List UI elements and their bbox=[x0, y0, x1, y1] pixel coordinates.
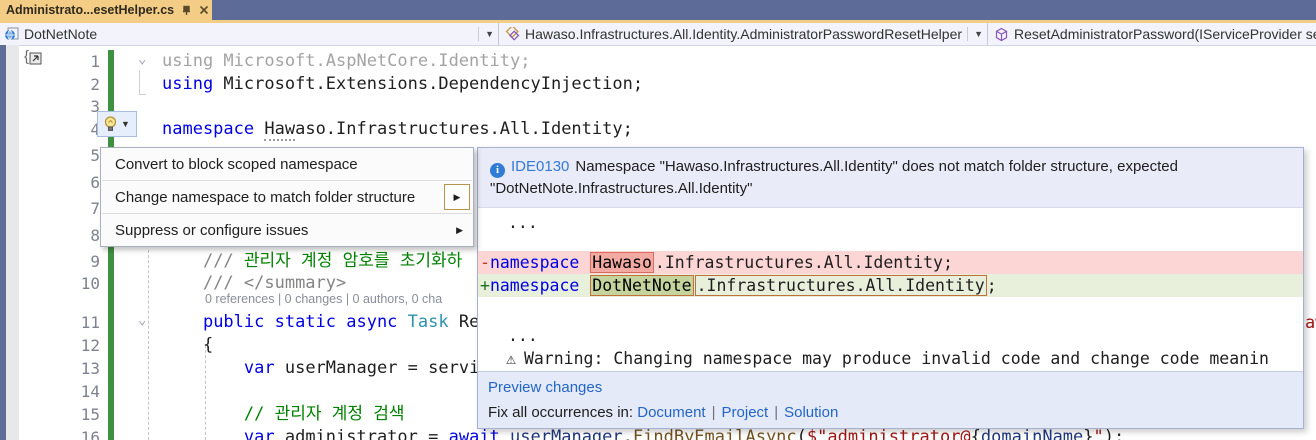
project-dropdown[interactable]: DotNetNote ▼ bbox=[0, 23, 499, 45]
code-line-1[interactable]: 1 ⌄ using Microsoft.AspNetCore.Identity; bbox=[0, 50, 1316, 73]
diff-added-highlight: DotNetNote bbox=[590, 275, 693, 296]
line-number: 14 bbox=[58, 380, 100, 403]
diff-ellipsis: ... bbox=[508, 211, 1303, 234]
collapse-chevron-icon[interactable]: ⌄ bbox=[138, 48, 146, 71]
diff-added-frame: .Infrastructures.All.Identity bbox=[695, 275, 987, 296]
diff-removed-prefix: - bbox=[480, 253, 490, 272]
line-number: 6 bbox=[58, 171, 100, 194]
diff-added-prefix: + bbox=[480, 276, 490, 295]
diagnostic-code[interactable]: IDE0130 bbox=[511, 158, 569, 175]
chevron-down-icon: ▼ bbox=[478, 27, 494, 41]
project-icon bbox=[4, 27, 19, 41]
code-line-3[interactable]: 3 bbox=[0, 95, 1316, 118]
code-line-4[interactable]: 4 namespace Hawaso.Infrastructures.All.Id… bbox=[0, 118, 1316, 141]
submenu-arrow-icon[interactable]: ▶ bbox=[444, 184, 470, 210]
diagnostic-message: Namespace "Hawaso.Infrastructures.All.Id… bbox=[490, 158, 1178, 197]
line-number: 3 bbox=[58, 95, 100, 118]
preview-changes-link[interactable]: Preview changes bbox=[488, 379, 1293, 396]
clipped-code-fragment: aw bbox=[1305, 313, 1316, 333]
chevron-down-icon: ▼ bbox=[967, 27, 983, 41]
line-number: 2 bbox=[58, 73, 100, 96]
type-dropdown[interactable]: Hawaso.Infrastructures.All.Identity.Admi… bbox=[499, 23, 988, 45]
diff-removed-highlight: Hawaso bbox=[590, 252, 654, 273]
menu-item-label: Change namespace to match folder structu… bbox=[115, 189, 415, 206]
fix-scope-document[interactable]: Document bbox=[637, 404, 705, 421]
line-number: 5 bbox=[58, 144, 100, 167]
type-name: Hawaso.Infrastructures.All.Identity.Admi… bbox=[525, 26, 962, 42]
project-name: DotNetNote bbox=[24, 26, 97, 42]
code-text: { bbox=[162, 334, 213, 357]
code-text: namespace Hawaso.Infrastructures.All.Ide… bbox=[162, 118, 633, 141]
document-tab[interactable]: Administrato...esetHelper.cs bbox=[0, 0, 212, 20]
diagnostic-header: i IDE0130Namespace "Hawaso.Infrastructure… bbox=[478, 148, 1303, 208]
line-number: 1 bbox=[58, 50, 100, 73]
line-number: 7 bbox=[58, 197, 100, 220]
code-text: /// 관리자 계정 암호를 초기화하 bbox=[162, 250, 462, 273]
submenu-arrow-icon: ▶ bbox=[456, 225, 463, 236]
code-text: using Microsoft.Extensions.DependencyInj… bbox=[162, 73, 643, 96]
navigation-bar: DotNetNote ▼ Hawaso.Infrastructures.All.… bbox=[0, 23, 1316, 46]
fix-all-label: Fix all occurrences in: bbox=[488, 404, 633, 421]
line-number: 15 bbox=[58, 403, 100, 426]
line-number: 12 bbox=[58, 334, 100, 357]
pin-icon[interactable] bbox=[181, 5, 192, 16]
class-icon bbox=[505, 27, 520, 42]
quick-actions-lightbulb[interactable]: ▼ bbox=[97, 111, 137, 137]
diff-ellipsis: ... bbox=[508, 324, 1303, 347]
line-number: 4 bbox=[58, 118, 100, 141]
codelens-indicator[interactable]: 0 references | 0 changes | 0 authors, 0 … bbox=[205, 292, 442, 306]
warning-text: Warning: Changing namespace may produce … bbox=[524, 349, 1269, 368]
code-text: public static async Task Re bbox=[162, 311, 479, 334]
line-number: 11 bbox=[58, 311, 100, 334]
method-icon bbox=[994, 27, 1009, 42]
fix-all-line: Fix all occurrences in: Document|Project… bbox=[488, 404, 1293, 421]
menu-item-label: Convert to block scoped namespace bbox=[115, 156, 358, 173]
lightbulb-icon bbox=[104, 116, 117, 132]
quick-actions-menu: Convert to block scoped namespace Change… bbox=[100, 147, 474, 247]
tab-bar: Administrato...esetHelper.cs bbox=[0, 0, 1316, 20]
chevron-down-icon: ▼ bbox=[121, 119, 130, 129]
line-number: 10 bbox=[58, 272, 100, 295]
tab-title: Administrato...esetHelper.cs bbox=[6, 3, 174, 17]
info-icon: i bbox=[490, 163, 505, 178]
menu-item-label: Suppress or configure issues bbox=[115, 222, 308, 239]
member-dropdown[interactable]: ResetAdministratorPassword(IServiceProvi… bbox=[988, 23, 1316, 45]
menu-item-suppress-configure[interactable]: Suppress or configure issues ▶ bbox=[101, 214, 473, 246]
panel-footer: Preview changes Fix all occurrences in: … bbox=[478, 371, 1303, 428]
line-number: 13 bbox=[58, 357, 100, 380]
diff-removed-line: -namespace Hawaso.Infrastructures.All.Id… bbox=[478, 251, 1303, 274]
line-number: 9 bbox=[58, 250, 100, 273]
code-text: using Microsoft.AspNetCore.Identity; bbox=[162, 50, 530, 73]
warning-icon: ⚠ bbox=[506, 349, 516, 368]
diff-added-line: +namespace DotNetNote.Infrastructures.Al… bbox=[478, 274, 1303, 297]
line-number: 16 bbox=[58, 426, 100, 440]
diagnostic-preview-panel: i IDE0130Namespace "Hawaso.Infrastructure… bbox=[477, 147, 1304, 429]
collapse-chevron-icon[interactable]: ⌄ bbox=[138, 309, 146, 332]
menu-item-convert-block-scoped[interactable]: Convert to block scoped namespace bbox=[101, 148, 473, 180]
close-icon[interactable] bbox=[199, 5, 209, 15]
code-line-2[interactable]: 2 using Microsoft.Extensions.DependencyIn… bbox=[0, 73, 1316, 96]
menu-item-change-namespace[interactable]: Change namespace to match folder structu… bbox=[101, 181, 473, 213]
fix-scope-solution[interactable]: Solution bbox=[784, 404, 838, 421]
member-name: ResetAdministratorPassword(IServiceProvi… bbox=[1014, 26, 1316, 42]
code-text: // 관리자 계정 검색 bbox=[162, 403, 405, 426]
code-text: var userManager = servi bbox=[162, 357, 479, 380]
vs-editor-window: Administrato...esetHelper.cs DotNetNote … bbox=[0, 0, 1316, 440]
line-number: 8 bbox=[58, 224, 100, 247]
warning-line: ⚠ Warning: Changing namespace may produce… bbox=[506, 347, 1303, 370]
fix-scope-project[interactable]: Project bbox=[722, 404, 769, 421]
